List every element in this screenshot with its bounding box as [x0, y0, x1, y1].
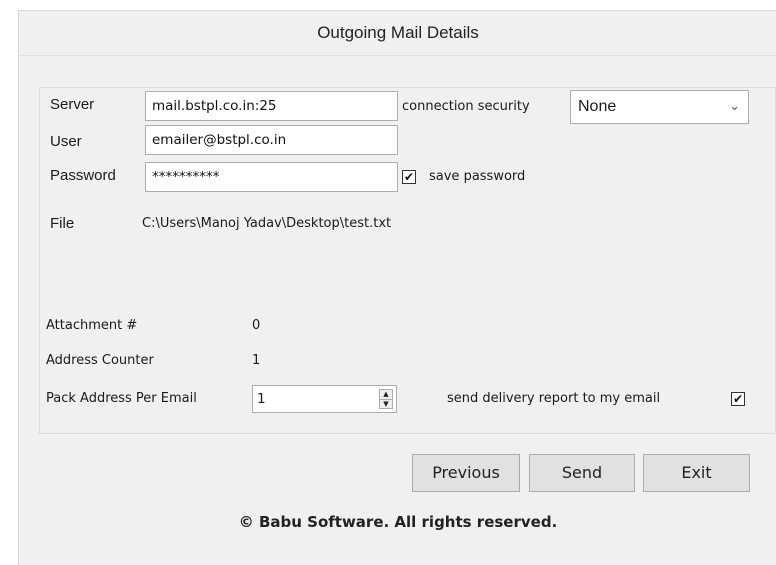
connection-security-value: None	[578, 98, 617, 115]
exit-button[interactable]: Exit	[643, 454, 750, 492]
delivery-report-label: send delivery report to my email	[447, 391, 661, 406]
save-password-label: save password	[429, 169, 526, 184]
outgoing-mail-window: Outgoing Mail Details Server mail.bstpl.…	[18, 10, 776, 565]
file-label: File	[50, 215, 75, 232]
pack-address-stepper[interactable]: 1 ▲ ▼	[252, 385, 397, 413]
save-password-checkbox[interactable]: ✔	[402, 170, 416, 184]
copyright-footer: © Babu Software. All rights reserved.	[238, 513, 558, 531]
attachment-count-value: 0	[252, 318, 261, 333]
address-counter-value: 1	[252, 353, 261, 368]
spin-up-icon[interactable]: ▲	[380, 390, 392, 400]
password-input[interactable]: **********	[145, 162, 398, 192]
pack-address-value: 1	[257, 391, 266, 407]
previous-button[interactable]: Previous	[412, 454, 520, 492]
connection-security-select[interactable]: None ⌄	[570, 90, 749, 124]
user-input[interactable]: emailer@bstpl.co.in	[145, 125, 398, 155]
attachment-count-label: Attachment #	[46, 318, 138, 333]
spin-down-icon[interactable]: ▼	[380, 400, 392, 409]
chevron-down-icon: ⌄	[729, 98, 740, 113]
user-label: User	[50, 133, 82, 150]
file-path-value: C:\Users\Manoj Yadav\Desktop\test.txt	[142, 216, 392, 231]
stepper-buttons[interactable]: ▲ ▼	[379, 389, 393, 409]
address-counter-label: Address Counter	[46, 353, 154, 368]
delivery-report-checkbox[interactable]: ✔	[731, 392, 745, 406]
connection-security-label: connection security	[402, 99, 530, 114]
send-button[interactable]: Send	[529, 454, 635, 492]
server-input[interactable]: mail.bstpl.co.in:25	[145, 91, 398, 121]
pack-address-label: Pack Address Per Email	[46, 391, 197, 406]
window-title: Outgoing Mail Details	[19, 11, 776, 56]
server-label: Server	[50, 96, 95, 113]
password-label: Password	[50, 167, 116, 184]
